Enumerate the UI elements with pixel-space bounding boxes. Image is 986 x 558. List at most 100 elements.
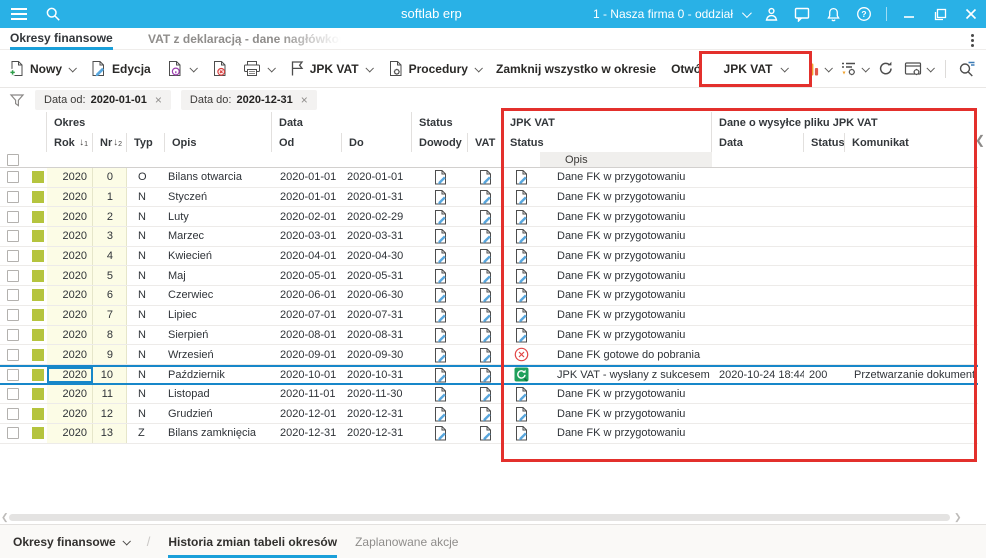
cell-nr[interactable]: 2 [93,207,127,227]
cell-data-od[interactable]: 2020-05-01 [272,266,342,285]
dowody-edit-icon[interactable] [412,227,468,246]
cell-rok[interactable]: 2020 [47,366,93,383]
table-row[interactable]: 2020 10 N Październik 2020-10-01 2020-10… [0,364,978,385]
cell-typ[interactable]: N [127,385,165,404]
dowody-edit-icon[interactable] [412,424,468,443]
cell-rok[interactable]: 2020 [47,345,93,364]
cell-jpk-status-opis[interactable]: JPK VAT - wysłany z sukcesem [540,367,712,383]
vat-edit-icon[interactable] [468,286,503,305]
cell-wysylka-data[interactable] [712,207,804,226]
cell-wysylka-komunikat[interactable] [845,345,978,364]
restore-window-icon[interactable] [931,5,949,23]
bottom-tab-okresy-finansowe[interactable]: Okresy finansowe [13,525,131,558]
cell-data-od[interactable]: 2020-06-01 [272,286,342,305]
cell-jpk-status-opis[interactable]: Dane FK w przygotowaniu [540,326,712,345]
cell-data-do[interactable]: 2020-12-31 [342,404,412,423]
cell-rok[interactable]: 2020 [47,325,93,345]
dowody-edit-icon[interactable] [412,367,468,383]
cell-data-od[interactable]: 2020-07-01 [272,306,342,325]
cell-nr[interactable]: 8 [93,325,127,345]
cell-data-od[interactable]: 2020-04-01 [272,247,342,266]
scroll-left-icon[interactable]: ❮ [1,512,9,523]
cell-opis[interactable]: Czerwiec [165,286,272,305]
row-checkbox[interactable] [0,188,28,207]
hamburger-menu-icon[interactable] [10,5,28,23]
cell-rok[interactable]: 2020 [47,187,93,207]
cell-typ[interactable]: N [127,404,165,423]
cell-nr[interactable]: 11 [93,384,127,404]
cell-wysylka-komunikat[interactable] [845,404,978,423]
sort-ascending-2-icon[interactable]: ↓ 2 [113,137,122,148]
vat-edit-icon[interactable] [468,188,503,207]
cell-rok[interactable]: 2020 [47,227,93,246]
cell-jpk-status-opis[interactable]: Dane FK w przygotowaniu [540,168,712,187]
cell-opis[interactable]: Bilans otwarcia [165,168,272,187]
cell-data-do[interactable]: 2020-01-31 [342,188,412,207]
cell-wysylka-status[interactable] [804,188,845,207]
cell-data-do[interactable]: 2020-12-31 [342,424,412,443]
cell-wysylka-status[interactable] [804,404,845,423]
remove-filter-icon[interactable]: × [155,93,162,107]
refresh-button[interactable] [877,60,895,77]
cell-typ[interactable]: N [127,286,165,305]
cell-data-od[interactable]: 2020-01-01 [272,188,342,207]
cell-wysylka-komunikat[interactable] [845,247,978,266]
dowody-edit-icon[interactable] [412,404,468,423]
column-header-komunikat[interactable]: Komunikat [845,133,978,152]
row-checkbox[interactable] [0,286,28,305]
table-row[interactable]: 2020 3 N Marzec 2020-03-01 2020-03-31 Da… [0,227,978,247]
vat-edit-icon[interactable] [468,266,503,285]
jpk-status-icon[interactable] [503,207,540,226]
group-header-wysylka[interactable]: Dane o wysyłce pliku JPK VAT [712,112,978,133]
vat-edit-icon[interactable] [468,404,503,423]
cell-wysylka-komunikat[interactable] [845,207,978,226]
jpk-status-icon[interactable] [503,227,540,246]
cell-data-od[interactable]: 2020-08-01 [272,326,342,345]
cell-typ[interactable]: N [127,367,165,383]
cell-data-od[interactable]: 2020-10-01 [272,367,342,383]
table-row[interactable]: 2020 5 N Maj 2020-05-01 2020-05-31 Dane … [0,266,978,287]
row-checkbox[interactable] [0,404,28,423]
cell-opis[interactable]: Listopad [165,385,272,404]
cell-data-od[interactable]: 2020-03-01 [272,227,342,246]
group-header-status[interactable]: Status [412,112,503,133]
row-checkbox[interactable] [0,247,28,266]
cell-opis[interactable]: Sierpień [165,326,272,345]
cell-rok[interactable]: 2020 [47,168,93,187]
group-header-okres[interactable]: Okres [47,112,272,133]
cell-typ[interactable]: O [127,168,165,187]
cell-nr[interactable]: 5 [93,266,127,286]
group-header-jpk-vat[interactable]: JPK VAT [503,112,712,133]
cell-data-do[interactable]: 2020-10-31 [342,367,412,383]
column-header-jpk-status[interactable]: Status [503,133,712,152]
dowody-edit-icon[interactable] [412,345,468,364]
search-in-table-button[interactable] [958,60,976,77]
cell-data-do[interactable]: 2020-06-30 [342,286,412,305]
bell-icon[interactable] [824,5,842,23]
vat-edit-icon[interactable] [468,424,503,443]
vat-edit-icon[interactable] [468,247,503,266]
cell-jpk-status-opis[interactable]: Dane FK w przygotowaniu [540,424,712,443]
cell-wysylka-status[interactable] [804,385,845,404]
sort-ascending-1-icon[interactable]: ↓ 1 [79,137,88,148]
cell-jpk-status-opis[interactable]: Dane FK w przygotowaniu [540,286,712,305]
cell-wysylka-status[interactable] [804,168,845,187]
column-header-opis[interactable]: Opis [165,133,272,152]
column-header-wysylka-data[interactable]: Data [712,133,804,152]
horizontal-scrollbar[interactable]: ❮ ❯ [0,512,986,524]
cell-wysylka-status[interactable] [804,227,845,246]
cell-typ[interactable]: N [127,247,165,266]
cell-data-do[interactable]: 2020-09-30 [342,345,412,364]
scrollbar-thumb[interactable] [9,514,950,521]
vat-edit-icon[interactable] [468,345,503,364]
new-button[interactable]: Nowy [8,60,77,77]
tab-okresy-finansowe[interactable]: Okresy finansowe [10,28,113,50]
cell-wysylka-status[interactable] [804,247,845,266]
cell-wysylka-data[interactable] [712,247,804,266]
print-button[interactable] [243,60,276,77]
column-header-rok[interactable]: Rok ↓ 1 [47,133,93,152]
cell-wysylka-komunikat[interactable]: Przetwarzanie dokument [845,367,978,383]
cell-wysylka-status[interactable] [804,345,845,364]
jpk-status-icon[interactable] [503,168,540,187]
cell-data-do[interactable]: 2020-07-31 [342,306,412,325]
